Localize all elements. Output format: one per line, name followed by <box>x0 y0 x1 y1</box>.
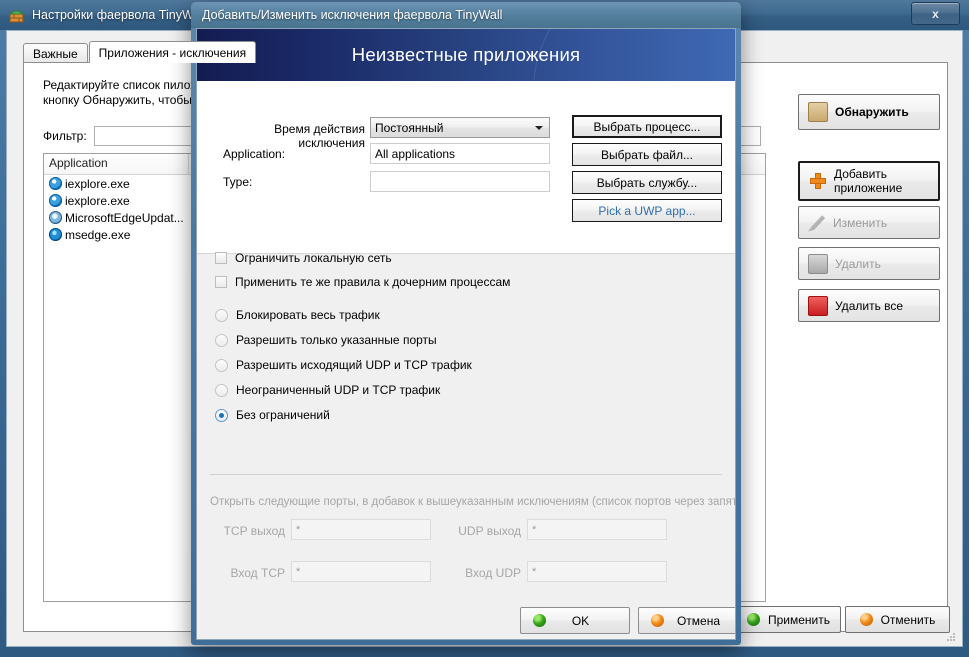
udp-in-label: Вход UDP <box>465 566 521 580</box>
type-input[interactable] <box>370 171 550 192</box>
main-window-title: Настройки фаервола TinyWall <box>32 8 206 22</box>
radio-icon <box>215 358 228 372</box>
orange-orb-icon <box>859 613 873 626</box>
edge-update-icon <box>49 211 62 224</box>
pick-service-button[interactable]: Выбрать службу... <box>572 171 722 194</box>
cancel-all-button[interactable]: Отменить <box>845 606 950 633</box>
filter-label: Фильтр: <box>43 129 87 143</box>
red-dash-icon <box>808 295 828 316</box>
dialog-banner: Неизвестные приложения <box>197 29 735 81</box>
banner-title: Неизвестные приложения <box>351 44 581 65</box>
divider <box>210 474 722 475</box>
green-orb-icon <box>533 614 546 627</box>
application-label: Application: <box>223 147 286 161</box>
radio-unrestricted-udp-tcp-label: Неограниченный UDP и TCP трафик <box>236 383 441 397</box>
tab-strip: Важные Приложения - исключения <box>23 41 257 63</box>
dialog-upper-section <box>197 81 735 254</box>
radio-no-restrictions-label: Без ограничений <box>236 408 330 422</box>
tcp-in-label: Вход TCP <box>230 566 285 580</box>
radio-icon-selected <box>215 408 228 422</box>
tcp-out-input[interactable] <box>291 519 431 540</box>
cell-application: MicrosoftEdgeUpdat... <box>44 211 189 225</box>
orange-orb-icon <box>651 614 664 627</box>
radio-block-all-traffic[interactable]: Блокировать весь трафик <box>215 308 380 322</box>
ports-note: Открыть следующие порты, в добавок к выш… <box>210 496 736 508</box>
radio-icon <box>215 333 228 347</box>
tcp-out-label: TCP выход <box>223 524 285 538</box>
radio-allow-specified-ports-label: Разрешить только указанные порты <box>236 333 437 347</box>
ok-button-label: OK <box>571 613 590 628</box>
dialog-client: Неизвестные приложения Время действия ис… <box>196 28 736 640</box>
checkbox-icon <box>215 252 227 264</box>
radio-block-all-traffic-label: Блокировать весь трафик <box>236 308 380 322</box>
dialog-titlebar: Добавить/Изменить исключения фаервола Ti… <box>191 2 741 28</box>
column-header-application[interactable]: Application <box>44 154 189 174</box>
dialog-title: Добавить/Изменить исключения фаервола Ti… <box>202 8 503 22</box>
udp-out-label: UDP выход <box>458 524 521 538</box>
tab-application-exceptions[interactable]: Приложения - исключения <box>88 41 257 63</box>
cell-application-label: MicrosoftEdgeUpdat... <box>65 210 184 225</box>
apply-to-child-processes-checkbox[interactable]: Применить те же правила к дочерним проце… <box>215 275 510 289</box>
dialog-cancel-button-label: Отмена <box>676 613 721 628</box>
cell-application: iexplore.exe <box>44 194 189 208</box>
edit-button[interactable]: Изменить <box>798 206 940 239</box>
exception-dialog: Добавить/Изменить исключения фаервола Ti… <box>191 2 741 645</box>
detect-button-label: Обнаружить <box>835 105 909 119</box>
dialog-cancel-button[interactable]: Отмена <box>638 607 735 634</box>
box-icon <box>808 102 828 122</box>
plus-icon <box>809 172 827 190</box>
tcp-in-input[interactable] <box>291 561 431 582</box>
green-orb-icon <box>746 613 760 626</box>
application-input[interactable] <box>370 143 550 164</box>
pick-process-button[interactable]: Выбрать процесс... <box>572 115 722 138</box>
radio-icon <box>215 383 228 397</box>
delete-all-button[interactable]: Удалить все <box>798 289 940 322</box>
radio-allow-specified-ports[interactable]: Разрешить только указанные порты <box>215 333 437 347</box>
udp-out-input[interactable] <box>527 519 667 540</box>
radio-icon <box>215 308 228 322</box>
cell-application-label: iexplore.exe <box>65 176 130 191</box>
checkbox-icon <box>215 276 227 288</box>
tinywall-icon <box>8 7 25 24</box>
radio-unrestricted-udp-tcp[interactable]: Неограниченный UDP и TCP трафик <box>215 383 440 397</box>
delete-button[interactable]: Удалить <box>798 247 940 280</box>
apply-button-label: Применить <box>767 612 830 627</box>
udp-in-input[interactable] <box>527 561 667 582</box>
pick-uwp-app-button[interactable]: Pick a UWP app... <box>572 199 722 222</box>
type-label: Type: <box>223 175 253 189</box>
cell-application-label: iexplore.exe <box>65 193 130 208</box>
apply-to-child-processes-label: Применить те же правила к дочерним проце… <box>235 275 511 289</box>
internet-explorer-icon <box>49 194 62 207</box>
timer-combobox[interactable]: Постоянный <box>370 117 550 138</box>
cancel-all-button-label: Отменить <box>880 612 936 627</box>
close-button[interactable]: x <box>911 2 960 25</box>
radio-allow-outbound-udp-tcp-label: Разрешить исходящий UDP и TCP трафик <box>236 358 472 372</box>
delete-all-button-label: Удалить все <box>835 298 904 313</box>
dash-icon <box>808 253 828 274</box>
pick-file-button[interactable]: Выбрать файл... <box>572 143 722 166</box>
chevron-down-icon <box>535 126 543 130</box>
msedge-icon <box>49 228 62 241</box>
restrict-local-network-label: Ограничить локальную сеть <box>235 251 392 265</box>
radio-allow-outbound-udp-tcp[interactable]: Разрешить исходящий UDP и TCP трафик <box>215 358 472 372</box>
screen: Настройки фаервола TinyWall x Важные При… <box>0 0 969 657</box>
add-application-button[interactable]: Добавить приложение <box>798 161 940 201</box>
tab-important[interactable]: Важные <box>23 43 88 63</box>
delete-button-label: Удалить <box>835 256 881 271</box>
timer-label: Время действия исключения <box>274 122 365 150</box>
edit-button-label: Изменить <box>833 215 888 230</box>
cell-application: iexplore.exe <box>44 177 189 191</box>
internet-explorer-icon <box>49 177 62 190</box>
radio-no-restrictions[interactable]: Без ограничений <box>215 408 330 422</box>
apply-button[interactable]: Применить <box>736 606 841 633</box>
resize-grip[interactable] <box>946 632 956 642</box>
restrict-local-network-checkbox[interactable]: Ограничить локальную сеть <box>215 251 392 265</box>
ok-button[interactable]: OK <box>520 607 630 634</box>
pencil-icon <box>808 215 826 232</box>
timer-combobox-value: Постоянный <box>375 120 444 135</box>
detect-button[interactable]: Обнаружить <box>798 94 940 130</box>
cell-application-label: msedge.exe <box>65 227 131 242</box>
cell-application: msedge.exe <box>44 228 189 242</box>
add-application-button-label: Добавить приложение <box>834 167 903 195</box>
